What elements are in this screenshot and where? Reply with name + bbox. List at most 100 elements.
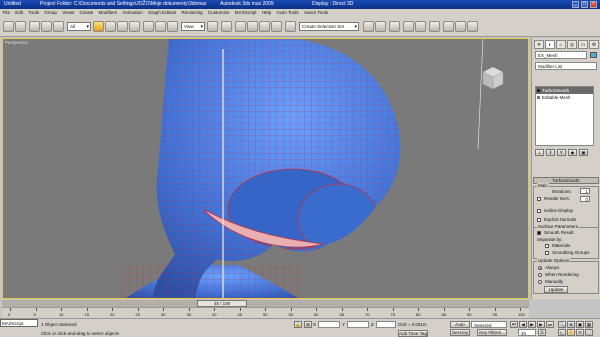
menu-item[interactable]: Tools (26, 9, 42, 17)
spinner-snap-icon[interactable] (271, 21, 282, 32)
zoom-all-icon[interactable]: ⊕ (567, 321, 575, 328)
smooth-result-checkbox[interactable] (537, 231, 541, 235)
show-end-result-icon[interactable]: Ⅱ (546, 149, 555, 156)
manually-radio[interactable] (538, 280, 542, 284)
lock-selection-icon[interactable]: 🔒 (294, 321, 302, 328)
menu-item[interactable]: Rendering (179, 9, 205, 17)
select-rotate-icon[interactable] (155, 21, 166, 32)
snaps-toggle-icon[interactable] (235, 21, 246, 32)
unlink-icon[interactable] (41, 21, 52, 32)
time-config-icon[interactable]: ⏲ (538, 329, 546, 336)
next-frame-icon[interactable]: ▶ (537, 321, 545, 328)
modifier-list-dropdown[interactable]: Modifier List (535, 62, 597, 70)
select-object-icon[interactable] (93, 21, 104, 32)
add-time-tag-button[interactable]: Add Time Tag (398, 330, 428, 337)
zoom-extents-icon[interactable]: ▣ (576, 321, 584, 328)
window-crossing-icon[interactable] (129, 21, 140, 32)
z-coord-field[interactable] (376, 321, 396, 328)
isoline-display-checkbox[interactable] (537, 209, 541, 213)
stack-item-turbosmooth[interactable]: TurboSmooth (536, 87, 593, 94)
select-scale-icon[interactable] (167, 21, 178, 32)
update-button[interactable]: Update (544, 286, 568, 293)
key-filters-button[interactable]: Key Filters... (477, 329, 507, 336)
menu-item[interactable]: Customize (205, 9, 232, 17)
configure-sets-icon[interactable]: ▣ (579, 149, 588, 156)
minimize-button[interactable]: _ (572, 1, 579, 8)
iterations-spinner[interactable]: 1 (580, 188, 590, 194)
schematic-view-icon[interactable] (415, 21, 426, 32)
field-of-view-icon[interactable]: ◺ (558, 329, 566, 336)
utilities-tab-icon[interactable]: ⚙ (589, 40, 599, 49)
object-name-field[interactable]: EX_Mesh (535, 51, 587, 59)
go-to-end-icon[interactable]: ⏭ (546, 321, 554, 328)
select-by-name-icon[interactable] (105, 21, 116, 32)
menu-item[interactable]: Modifiers (96, 9, 120, 17)
menu-item[interactable]: Edit (13, 9, 26, 17)
track-bar[interactable]: 0 5 10 15 20 25 30 35 40 45 50 55 60 65 70 75 80 85 90 95 10… (2, 307, 529, 318)
manipulate-icon[interactable] (221, 21, 232, 32)
create-tab-icon[interactable]: ✳ (534, 40, 544, 49)
motion-tab-icon[interactable]: ◎ (567, 40, 577, 49)
display-tab-icon[interactable]: ▭ (578, 40, 588, 49)
play-icon[interactable]: ▶ (528, 321, 536, 328)
remove-modifier-icon[interactable]: ◆ (568, 149, 577, 156)
stack-item-editable-mesh[interactable]: Editable Mesh (536, 94, 593, 101)
pan-view-icon[interactable]: ✋ (567, 329, 575, 336)
pin-stack-icon[interactable]: ⊥ (535, 149, 544, 156)
render-setup-icon[interactable] (443, 21, 454, 32)
material-editor-icon[interactable] (429, 21, 440, 32)
current-frame-field[interactable]: 45 (518, 329, 536, 336)
pivot-point-icon[interactable] (207, 21, 218, 32)
previous-frame-icon[interactable]: ◀ (519, 321, 527, 328)
mirror-icon[interactable] (363, 21, 374, 32)
set-key-button[interactable]: Set Key (450, 329, 470, 336)
menu-item[interactable]: File (0, 9, 13, 17)
zoom-extents-all-icon[interactable]: ▦ (585, 321, 593, 328)
make-unique-icon[interactable]: ∀ (557, 149, 566, 156)
maximize-button[interactable]: □ (581, 1, 588, 8)
curve-editor-icon[interactable] (403, 21, 414, 32)
rectangular-selection-icon[interactable] (117, 21, 128, 32)
hierarchy-tab-icon[interactable]: ⌂ (556, 40, 566, 49)
always-radio[interactable] (538, 266, 542, 270)
undo-icon[interactable] (3, 21, 14, 32)
menu-item[interactable]: Group (42, 9, 60, 17)
explicit-normals-checkbox[interactable] (537, 218, 541, 222)
x-coord-field[interactable] (318, 321, 340, 328)
edit-named-selection-icon[interactable] (285, 21, 296, 32)
redo-icon[interactable] (15, 21, 26, 32)
layer-manager-icon[interactable] (389, 21, 400, 32)
maxscript-listener[interactable]: MAXScript. (0, 319, 38, 327)
modify-tab-icon[interactable]: ◐ (545, 40, 555, 49)
auto-key-button[interactable]: Auto Key (450, 321, 470, 333)
time-slider[interactable]: 45 / 100 (197, 300, 247, 307)
align-icon[interactable] (375, 21, 386, 32)
perspective-viewport[interactable]: Perspective (2, 38, 529, 299)
object-color-swatch[interactable] (590, 52, 597, 58)
menu-item[interactable]: Graph Editors (145, 9, 179, 17)
menu-item[interactable]: Create (77, 9, 96, 17)
smoothing-groups-checkbox[interactable] (545, 251, 549, 255)
render-iters-spinner[interactable]: 0 (580, 196, 590, 202)
angle-snap-icon[interactable] (247, 21, 258, 32)
select-move-icon[interactable] (143, 21, 154, 32)
menu-item[interactable]: Help (259, 9, 274, 17)
go-to-start-icon[interactable]: ⏮ (510, 321, 518, 328)
render-iters-checkbox[interactable] (537, 197, 541, 201)
menu-item[interactable]: MAXScript (232, 9, 259, 17)
selection-filter-dropdown[interactable]: All (67, 22, 91, 31)
menu-item[interactable]: Animation (120, 9, 146, 17)
key-mode-dropdown[interactable]: Selected (471, 321, 507, 328)
quick-render-icon[interactable] (467, 21, 478, 32)
menu-item[interactable]: Axon Tools (274, 9, 302, 17)
absolute-mode-icon[interactable]: ⊞ (304, 321, 312, 328)
materials-checkbox[interactable] (545, 244, 549, 248)
named-selection-dropdown[interactable]: Create Selection Set (299, 22, 359, 31)
zoom-icon[interactable]: 🔍 (558, 321, 566, 328)
maximize-viewport-icon[interactable]: ⛶ (585, 329, 593, 336)
close-button[interactable]: × (590, 1, 597, 8)
when-rendering-radio[interactable] (538, 273, 542, 277)
link-icon[interactable] (29, 21, 40, 32)
reference-coord-dropdown[interactable]: View (181, 22, 205, 31)
menu-item[interactable]: Views (60, 9, 77, 17)
